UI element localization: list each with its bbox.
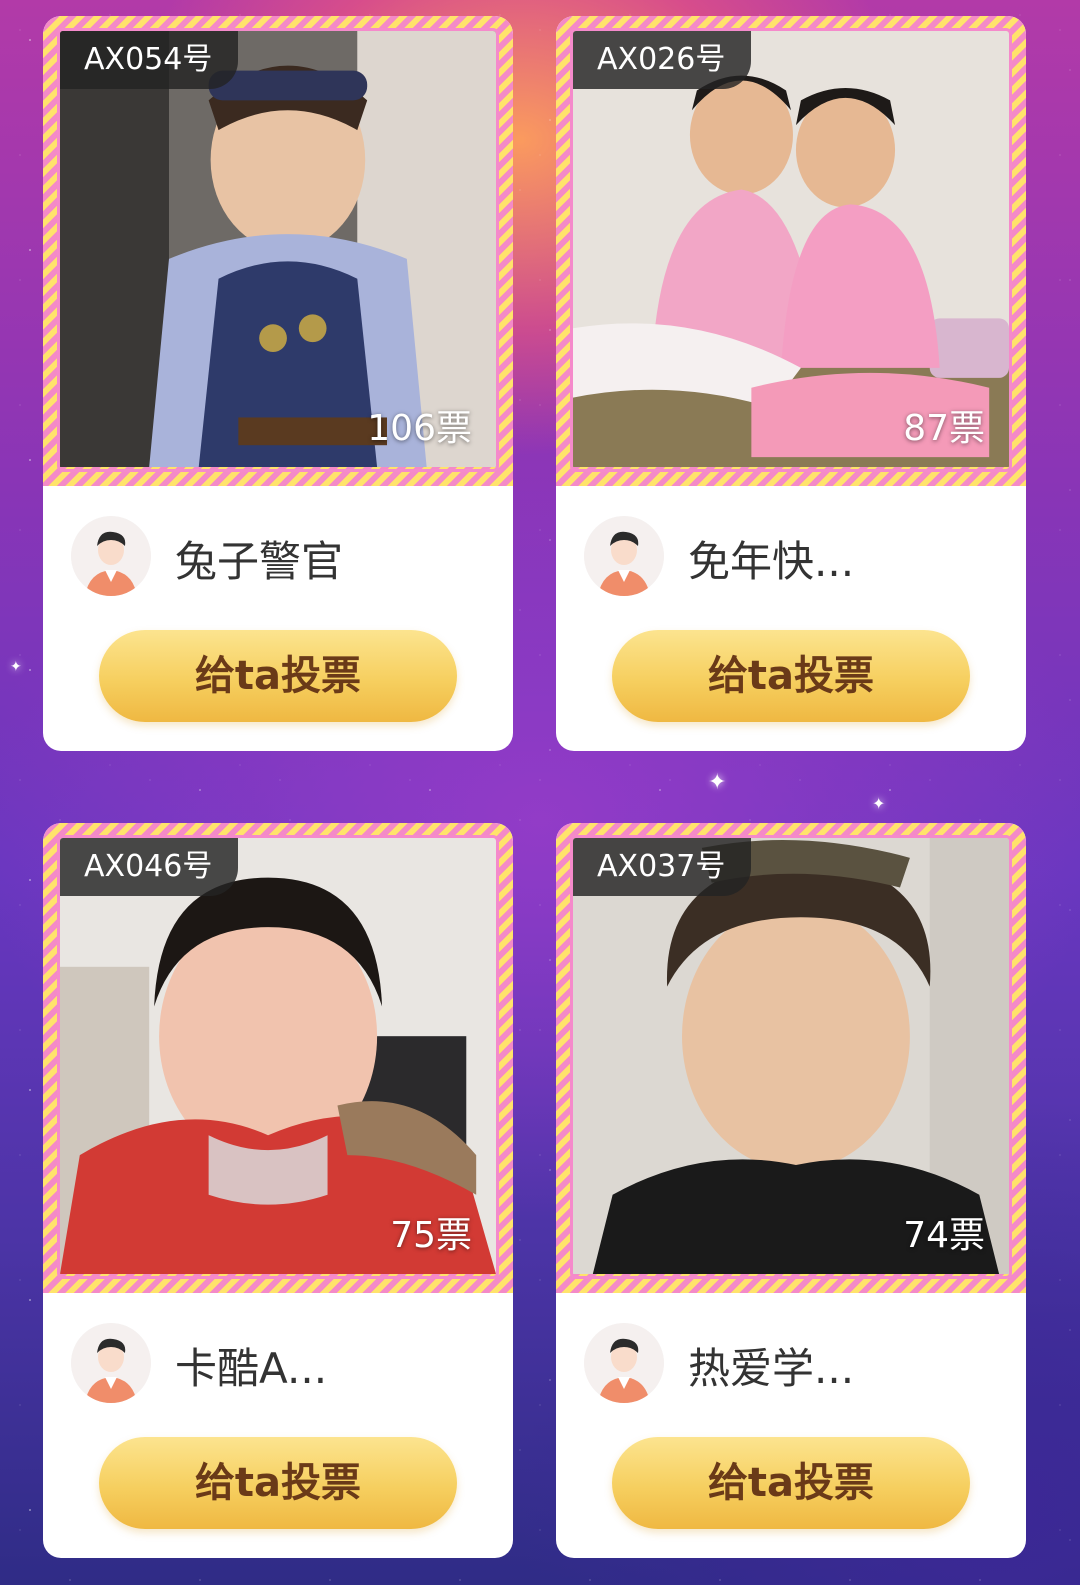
card-info: 热爱学... 给ta投票	[556, 1293, 1026, 1558]
vote-button[interactable]: 给ta投票	[99, 630, 457, 722]
contestant-name: 热爱学...	[688, 1344, 855, 1393]
vote-button[interactable]: 给ta投票	[612, 1437, 970, 1529]
vote-count: 106票	[367, 408, 472, 449]
photo-frame: AX054号 106票	[43, 16, 513, 486]
contestant-id: AX037号	[573, 838, 752, 896]
vote-count: 74票	[903, 1215, 985, 1256]
card-info: 免年快... 给ta投票	[556, 486, 1026, 751]
contestant-id: AX046号	[60, 838, 239, 896]
contestant-photo[interactable]: AX037号 74票	[570, 835, 1012, 1279]
card-info: 兔子警官 给ta投票	[43, 486, 513, 751]
contestant-card[interactable]: AX054号 106票 兔子警官 给ta投票	[43, 16, 513, 751]
contestant-card[interactable]: AX037号 74票 热爱学... 给ta投票	[556, 823, 1026, 1558]
photo-frame: AX026号 87票	[556, 16, 1026, 486]
vote-button[interactable]: 给ta投票	[99, 1437, 457, 1529]
contestant-name: 卡酷A...	[175, 1344, 328, 1393]
contestant-id: AX026号	[573, 31, 752, 89]
avatar	[71, 516, 151, 596]
contestant-photo[interactable]: AX046号 75票	[57, 835, 499, 1279]
sparkle-icon: ✦	[872, 794, 886, 813]
user-avatar-icon	[71, 516, 151, 596]
sparkle-icon: ✦	[708, 770, 727, 795]
contestant-name: 兔子警官	[175, 537, 344, 586]
contestant-photo[interactable]: AX054号 106票	[57, 28, 499, 472]
contestant-card[interactable]: AX046号 75票 卡酷A... 给ta投票	[43, 823, 513, 1558]
vote-button[interactable]: 给ta投票	[612, 630, 970, 722]
vote-count: 87票	[903, 408, 985, 449]
vote-count: 75票	[390, 1215, 472, 1256]
contestant-name: 免年快...	[688, 537, 855, 586]
contestant-photo[interactable]: AX026号 87票	[570, 28, 1012, 472]
user-avatar-icon	[584, 1323, 664, 1403]
photo-frame: AX046号 75票	[43, 823, 513, 1293]
sparkle-icon: ✦	[10, 659, 22, 675]
photo-frame: AX037号 74票	[556, 823, 1026, 1293]
contestant-id: AX054号	[60, 31, 239, 89]
user-avatar-icon	[584, 516, 664, 596]
avatar	[584, 1323, 664, 1403]
contestant-card[interactable]: AX026号 87票 免年快... 给ta投票	[556, 16, 1026, 751]
avatar	[584, 516, 664, 596]
card-info: 卡酷A... 给ta投票	[43, 1293, 513, 1558]
avatar	[71, 1323, 151, 1403]
user-avatar-icon	[71, 1323, 151, 1403]
